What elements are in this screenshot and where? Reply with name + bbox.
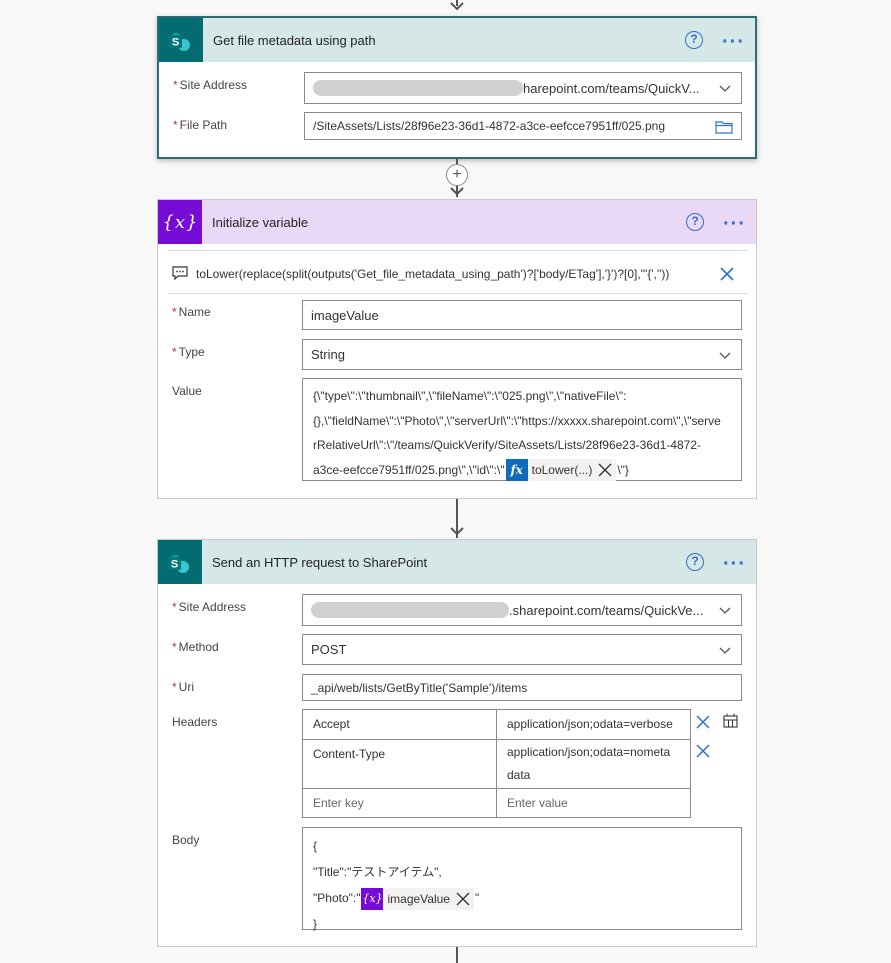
card-header[interactable]: S Get file metadata using path ? ··· [159,18,755,62]
chevron-down-icon[interactable] [719,82,731,94]
card-title: Send an HTTP request to SharePoint [212,554,428,570]
folder-icon[interactable] [715,120,733,134]
headers-label: Headers [172,715,218,729]
svg-text:S: S [172,37,179,49]
body-input[interactable]: { "Title":"テストアイテム", "Photo":" {x} imageVa… [302,827,742,931]
uri-label: * Uri [172,680,194,694]
header-key-input[interactable]: Accept [302,709,497,740]
header-key-input[interactable]: Enter key [302,788,497,818]
arrow-down-icon [450,2,464,11]
type-label: * Type [172,345,205,359]
site-address-label: * Site Address [172,600,247,614]
more-icon[interactable]: ··· [723,214,746,234]
expression-token[interactable]: fx toLower(...) [505,459,617,482]
body-label: Body [172,833,200,847]
add-step-plus-icon[interactable]: + [446,164,468,186]
comment-icon [172,266,188,280]
headers-table: Accept application/json;odata=verbose Co… [302,709,691,818]
card-get-file-metadata[interactable]: S Get file metadata using path ? ··· * Si… [157,16,757,159]
card-title: Initialize variable [212,214,309,230]
remove-token-icon[interactable] [454,890,472,908]
name-input[interactable]: imageValue [302,300,742,330]
header-value-input[interactable]: Enter value [496,788,691,818]
value-label: Value [172,384,202,398]
delete-row-icon[interactable] [696,744,710,758]
variable-icon: {x} [361,887,384,910]
type-dropdown[interactable]: String [302,339,742,370]
table-row: Accept application/json;odata=verbose [302,709,691,740]
uri-input[interactable]: _api/web/lists/GetByTitle('Sample')/item… [302,674,742,701]
connector-line [456,947,458,963]
chevron-down-icon[interactable] [719,604,731,616]
header-value-input[interactable]: application/json;odata=nometa data [496,739,691,789]
header-value-input[interactable]: application/json;odata=verbose [496,709,691,740]
value-input[interactable]: {\"type\":\"thumbnail\",\"fileName\":\"0… [302,378,742,482]
table-row: Enter key Enter value [302,788,691,818]
redacted-text [313,80,523,96]
delete-row-icon[interactable] [696,715,710,729]
redacted-text [311,602,509,618]
card-header[interactable]: S Send an HTTP request to SharePoint ? ·… [158,540,756,584]
method-label: * Method [172,640,219,654]
fx-icon: fx [505,459,528,482]
card-http-request[interactable]: S Send an HTTP request to SharePoint ? ·… [157,539,757,947]
card-header[interactable]: {x} Initialize variable ? ··· [158,200,756,244]
file-path-label: * File Path [173,118,228,132]
card-title: Get file metadata using path [213,32,376,48]
expression-bar[interactable]: toLower(replace(split(outputs('Get_file_… [168,250,748,294]
help-icon[interactable]: ? [686,213,704,231]
sharepoint-icon: S [158,540,202,584]
table-row: Content-Type application/json;odata=nome… [302,739,691,789]
svg-text:S: S [171,559,178,571]
switch-to-text-mode-icon[interactable] [723,713,738,728]
variable-token[interactable]: {x} imageValue [361,887,474,910]
expression-text: toLower(replace(split(outputs('Get_file_… [196,267,670,281]
header-key-input[interactable]: Content-Type [302,739,497,789]
remove-token-icon[interactable] [596,461,614,479]
arrow-down-icon [450,527,464,536]
site-address-dropdown[interactable]: harepoint.com/teams/QuickV... [304,72,742,104]
help-icon[interactable]: ? [686,553,704,571]
site-address-label: * Site Address [173,78,248,92]
site-address-dropdown[interactable]: .sharepoint.com/teams/QuickVe... [302,594,742,626]
method-dropdown[interactable]: POST [302,634,742,665]
card-initialize-variable[interactable]: {x} Initialize variable ? ··· toLower(re… [157,199,757,499]
help-icon[interactable]: ? [685,31,703,49]
name-label: * Name [172,305,211,319]
variable-icon: {x} [158,200,202,244]
sharepoint-icon: S [159,18,203,62]
chevron-down-icon[interactable] [719,644,731,656]
arrow-down-icon [450,187,464,196]
chevron-down-icon[interactable] [719,349,731,361]
file-path-input[interactable]: /SiteAssets/Lists/28f96e23-36d1-4872-a3c… [304,112,742,140]
more-icon[interactable]: ··· [723,554,746,574]
close-icon[interactable] [719,266,735,282]
more-icon[interactable]: ··· [722,32,745,52]
